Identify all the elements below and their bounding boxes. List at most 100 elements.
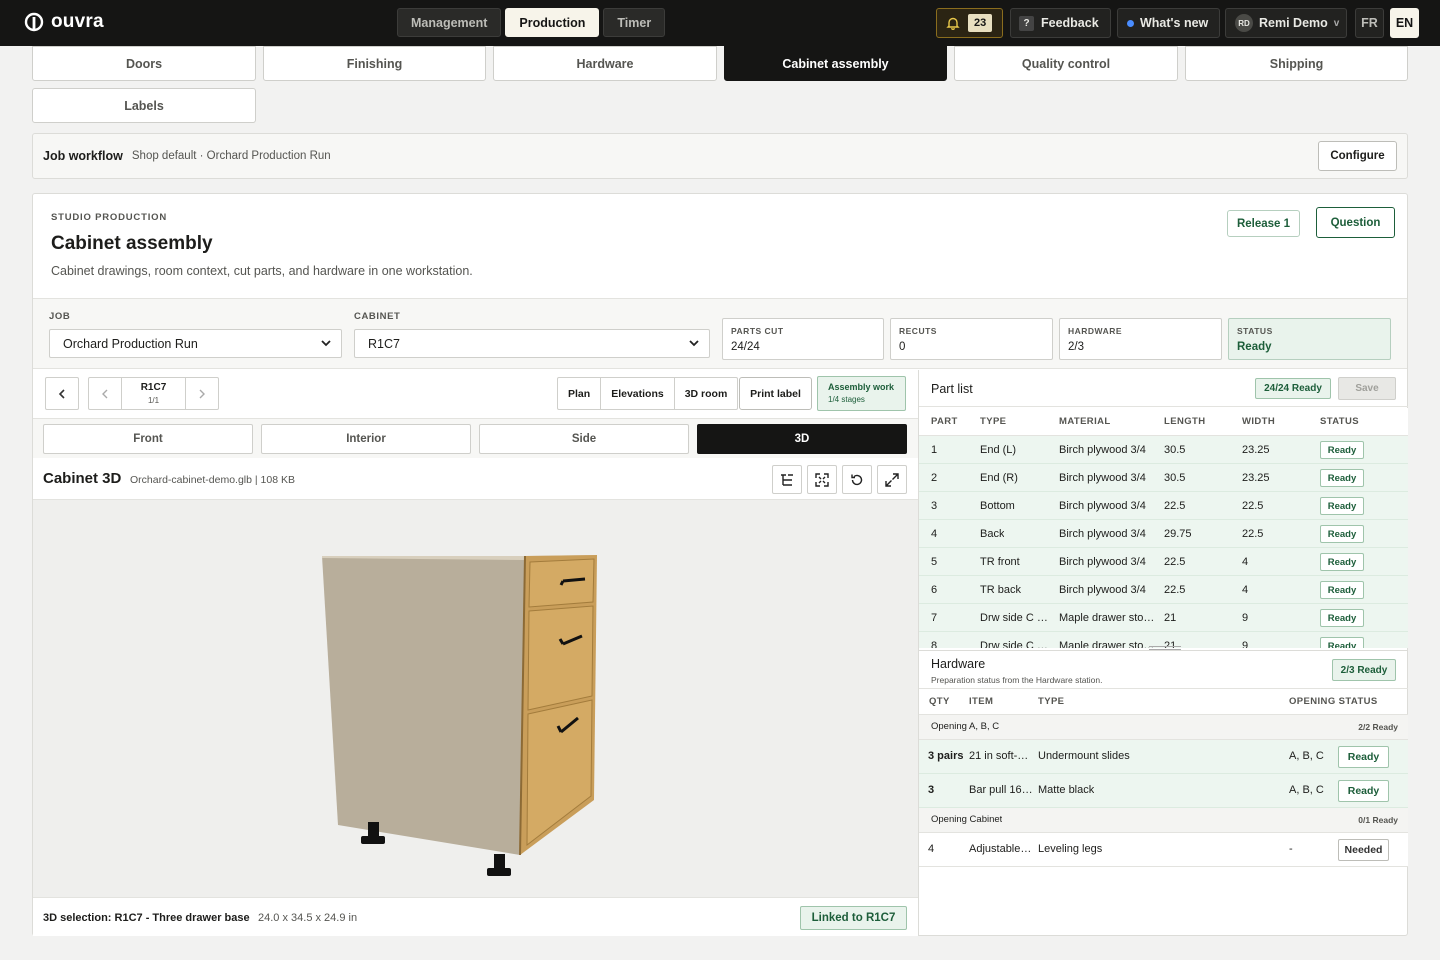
stat-label: STATUS <box>1237 326 1273 336</box>
hardware-item: Bar pull 16… <box>969 784 1033 796</box>
leveling-leg-foot <box>487 868 511 876</box>
part-list-table[interactable]: PART TYPE MATERIAL LENGTH WIDTH STATUS 1… <box>919 408 1408 648</box>
col-type: TYPE <box>1038 696 1065 707</box>
table-row[interactable]: 1 End (L) Birch plywood 3/4 30.5 23.25 Ready <box>919 436 1408 464</box>
hardware-type: Matte black <box>1038 784 1095 796</box>
table-row[interactable]: 6 TR back Birch plywood 3/4 22.5 4 Ready <box>919 576 1408 604</box>
hardware-row[interactable]: 3 Bar pull 16… Matte black A, B, C Ready <box>919 774 1408 808</box>
fit-screen-icon <box>815 472 829 487</box>
nav-production[interactable]: Production <box>505 8 600 37</box>
hardware-row[interactable]: 3 pairs 21 in soft-… Undermount slides A, B… <box>919 740 1408 774</box>
table-row[interactable]: 4 Back Birch plywood 3/4 29.75 22.5 Ready <box>919 520 1408 548</box>
table-row[interactable]: 5 TR front Birch plywood 3/4 22.5 4 Ready <box>919 548 1408 576</box>
whats-new-label: What's new <box>1140 16 1209 30</box>
tab-cabinet-assembly[interactable]: Cabinet assembly <box>724 46 947 81</box>
tab-hardware[interactable]: Hardware <box>493 46 717 81</box>
pager-value: R1C7 1/1 <box>121 378 186 409</box>
tab-side[interactable]: Side <box>479 424 689 454</box>
leveling-leg-foot <box>361 836 385 844</box>
status-badge[interactable]: Ready <box>1320 497 1364 515</box>
linked-badge[interactable]: Linked to R1C7 <box>800 906 907 930</box>
job-select[interactable]: Orchard Production Run <box>49 329 342 358</box>
status-badge[interactable]: Ready <box>1320 609 1364 627</box>
page-subtitle: Cabinet drawings, room context, cut part… <box>51 264 473 278</box>
release-button[interactable]: Release 1 <box>1227 210 1300 237</box>
part-cell: 6 <box>931 584 938 596</box>
reset-view-button[interactable] <box>842 465 872 494</box>
prev-cabinet-button[interactable] <box>89 378 121 409</box>
hardware-opening: A, B, C <box>1289 750 1324 762</box>
feedback-button[interactable]: ? Feedback <box>1010 8 1111 38</box>
app-name: ouvra <box>51 11 104 32</box>
nav-management[interactable]: Management <box>397 8 502 37</box>
table-row[interactable]: 3 Bottom Birch plywood 3/4 22.5 22.5 Ready <box>919 492 1408 520</box>
hardware-status-button[interactable]: Ready <box>1338 780 1389 802</box>
print-label-button[interactable]: Print label <box>739 377 812 410</box>
stat-recuts: RECUTS 0 <box>890 318 1053 360</box>
question-button[interactable]: Question <box>1316 207 1395 238</box>
whats-new-button[interactable]: What's new <box>1117 8 1220 38</box>
configure-button[interactable]: Configure <box>1318 141 1397 171</box>
status-badge[interactable]: Ready <box>1320 581 1364 599</box>
tab-finishing[interactable]: Finishing <box>263 46 486 81</box>
part-cell: Birch plywood 3/4 <box>1059 472 1146 484</box>
hardware-status-button[interactable]: Needed <box>1338 839 1389 861</box>
back-button[interactable] <box>45 377 79 410</box>
stat-parts-cut: PARTS CUT 24/24 <box>722 318 884 360</box>
user-menu[interactable]: RD Remi Demo v <box>1225 8 1347 38</box>
fullscreen-button[interactable] <box>877 465 907 494</box>
hardware-status-button[interactable]: Ready <box>1338 746 1389 768</box>
chevron-down-icon: v <box>1333 17 1340 29</box>
lang-fr-button[interactable]: FR <box>1355 8 1384 38</box>
status-badge[interactable]: Ready <box>1320 525 1364 543</box>
part-cell: Birch plywood 3/4 <box>1059 528 1146 540</box>
view-3d-room-button[interactable]: 3D room <box>675 378 738 409</box>
stat-status: STATUS Ready <box>1228 318 1391 360</box>
stat-hardware: HARDWARE 2/3 <box>1059 318 1222 360</box>
logo-icon <box>24 12 44 32</box>
part-cell: 29.75 <box>1164 528 1192 540</box>
outline-button[interactable] <box>772 465 802 494</box>
view-elevations-button[interactable]: Elevations <box>601 378 675 409</box>
hardware-group-row: Opening Cabinet 0/1 Ready <box>919 808 1408 833</box>
view-plan-button[interactable]: Plan <box>558 378 602 409</box>
page-title: Cabinet assembly <box>51 233 213 254</box>
table-row[interactable]: 7 Drw side C … Maple drawer sto… 21 9 Ready <box>919 604 1408 632</box>
help-icon: ? <box>1019 15 1034 31</box>
status-badge[interactable]: Ready <box>1320 441 1364 459</box>
tab-doors[interactable]: Doors <box>32 46 256 81</box>
notifications-button[interactable]: 23 <box>936 8 1003 38</box>
fit-view-button[interactable] <box>807 465 837 494</box>
next-cabinet-button[interactable] <box>186 378 218 409</box>
top-bar: ouvra Management Production Timer 23 ? F… <box>0 0 1440 46</box>
part-table-header: PART TYPE MATERIAL LENGTH WIDTH STATUS <box>919 408 1408 436</box>
tab-quality-control[interactable]: Quality control <box>954 46 1178 81</box>
table-row[interactable]: 2 End (R) Birch plywood 3/4 30.5 23.25 Ready <box>919 464 1408 492</box>
tab-interior[interactable]: Interior <box>261 424 471 454</box>
hardware-opening: A, B, C <box>1289 784 1324 796</box>
3d-viewport[interactable] <box>33 500 918 897</box>
status-badge[interactable]: Ready <box>1320 637 1364 648</box>
tab-3d[interactable]: 3D <box>697 424 907 454</box>
assembly-work-button[interactable]: Assembly work 1/4 stages <box>817 376 906 411</box>
stat-value: 0 <box>899 341 906 353</box>
tab-shipping[interactable]: Shipping <box>1185 46 1408 81</box>
save-button[interactable]: Save <box>1338 377 1396 400</box>
status-badge[interactable]: Ready <box>1320 469 1364 487</box>
model-title: Cabinet 3D <box>43 470 122 487</box>
bell-icon <box>946 17 960 30</box>
app-logo[interactable]: ouvra <box>24 11 104 33</box>
hardware-row[interactable]: 4 Adjustable… Leveling legs - Needed <box>919 833 1408 867</box>
status-badge[interactable]: Ready <box>1320 553 1364 571</box>
model-file: Orchard-cabinet-demo.glb | 108 KB <box>130 474 295 486</box>
lang-en-button[interactable]: EN <box>1390 8 1419 38</box>
cabinet-select[interactable]: R1C7 <box>354 329 710 358</box>
tab-front[interactable]: Front <box>43 424 253 454</box>
nav-timer[interactable]: Timer <box>603 8 666 37</box>
chevron-down-icon <box>321 340 331 347</box>
part-cell: Birch plywood 3/4 <box>1059 444 1146 456</box>
tab-labels[interactable]: Labels <box>32 88 256 123</box>
expand-icon <box>885 472 899 487</box>
cabinet-3d-model[interactable] <box>33 500 918 897</box>
part-cell: 7 <box>931 612 938 624</box>
